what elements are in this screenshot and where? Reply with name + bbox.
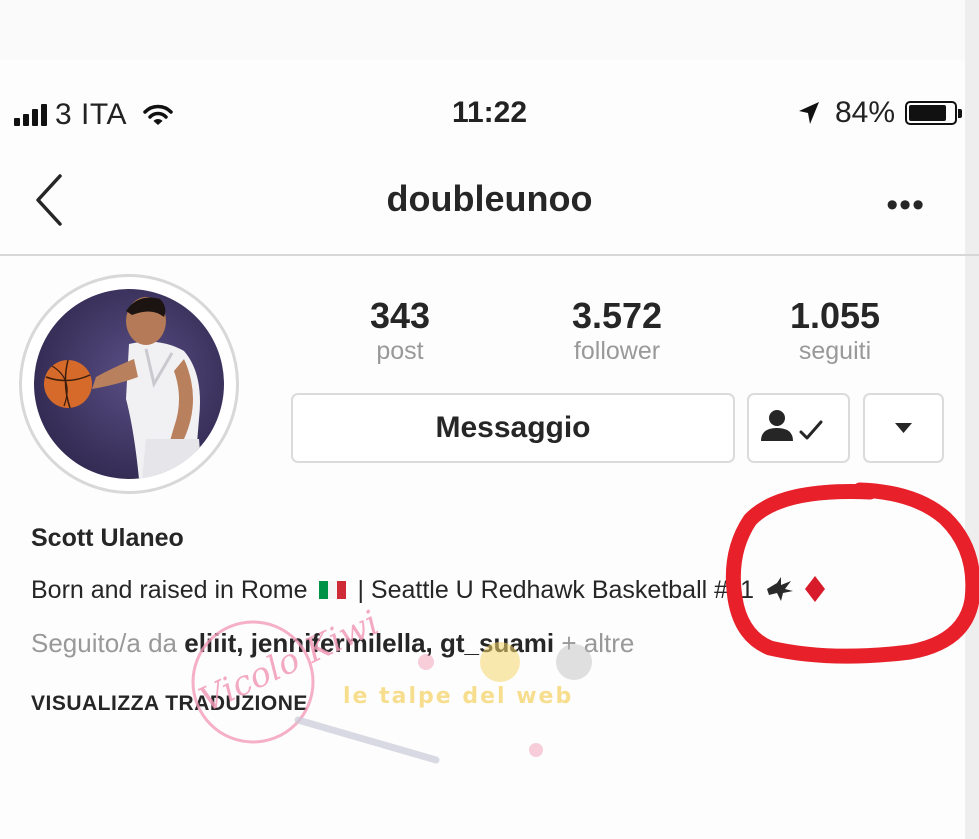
stat-followers-count: 3.572 [571, 295, 663, 336]
caret-down-icon [895, 423, 912, 433]
eagle-icon [766, 577, 793, 601]
following-button[interactable] [747, 393, 850, 463]
battery-percentage: 84% [834, 96, 895, 129]
battery-fill [909, 105, 946, 121]
person-check-icon [761, 410, 823, 441]
stat-following-count: 1.055 [789, 295, 881, 336]
status-right: 84% [797, 96, 962, 130]
italy-flag-icon [318, 577, 347, 599]
followed-by-prefix: Seguito/a da [31, 628, 178, 658]
stat-following-label: seguiti [798, 337, 872, 365]
location-arrow-icon [798, 102, 819, 124]
bio-text-start: Born and raised in Rome [31, 576, 308, 604]
stat-posts-label: post [376, 337, 424, 365]
bio-text-end: | Seattle U Redhawk Basketball #11 [357, 576, 754, 604]
battery-nub [958, 109, 962, 118]
more-dots-icon[interactable]: ••• [886, 186, 925, 225]
message-button[interactable]: Messaggio [291, 393, 735, 463]
battery-icon [905, 101, 962, 125]
profile-username: doubleunoo [386, 178, 593, 219]
profile-header: doubleunoo ••• [0, 150, 979, 256]
stat-following[interactable]: 1.055 seguiti [735, 296, 935, 366]
basketball-player-photo [34, 289, 224, 479]
suggestions-dropdown-button[interactable] [863, 393, 944, 463]
stat-followers-label: follower [573, 337, 661, 365]
followed-by[interactable]: Seguito/a da eliiit, jennifermilella, gt… [31, 628, 634, 659]
screenshot-top-margin [0, 0, 979, 60]
status-bar: 3 ITA 11:22 84% [0, 88, 979, 140]
followed-by-names[interactable]: eliiit, jennifermilella, gt_suami [184, 628, 554, 658]
stat-posts-count: 343 [369, 295, 431, 336]
diamond-icon [804, 576, 825, 602]
profile-bio: Born and raised in Rome | Seattle U Redh… [31, 575, 826, 605]
profile-full-name: Scott Ulaneo [31, 524, 184, 552]
watermark-brand: le talpe del web [343, 684, 573, 709]
avatar[interactable] [19, 274, 239, 494]
see-translation-link[interactable]: VISUALIZZA TRADUZIONE [31, 692, 308, 716]
followed-by-suffix: + altre [561, 628, 635, 658]
stat-followers[interactable]: 3.572 follower [517, 296, 717, 366]
avatar-photo [34, 289, 224, 479]
stat-posts[interactable]: 343 post [300, 296, 500, 366]
